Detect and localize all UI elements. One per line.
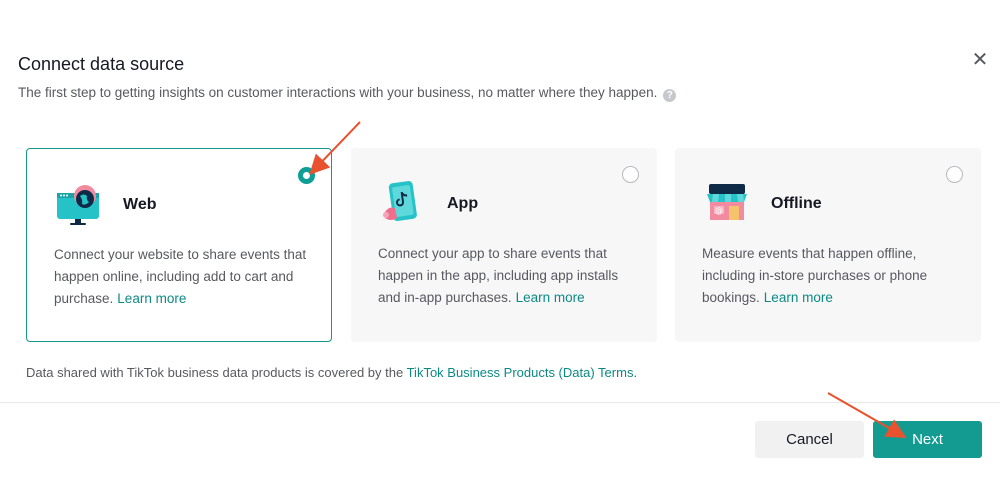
option-title-web: Web: [123, 196, 157, 213]
terms-notice: Data shared with TikTok business data pr…: [26, 365, 637, 380]
option-card-app[interactable]: App Connect your app to share events tha…: [351, 148, 657, 342]
terms-link[interactable]: TikTok Business Products (Data) Terms: [407, 365, 634, 380]
help-icon[interactable]: ?: [663, 89, 677, 102]
radio-web[interactable]: [298, 167, 315, 184]
next-button[interactable]: Next: [873, 421, 982, 458]
learn-more-link-web[interactable]: Learn more: [117, 291, 186, 306]
dialog-subtitle: The first step to getting insights on cu…: [18, 85, 677, 102]
svg-text:@: @: [715, 206, 723, 215]
monitor-globe-icon: [57, 185, 99, 225]
phone-tiktok-icon: [383, 181, 417, 221]
option-description-web: Connect your website to share events tha…: [54, 244, 316, 310]
terms-suffix: .: [633, 365, 638, 380]
option-description-app: Connect your app to share events that ha…: [378, 243, 640, 309]
cancel-button[interactable]: Cancel: [755, 421, 864, 458]
learn-more-link-offline[interactable]: Learn more: [764, 290, 833, 305]
option-card-offline[interactable]: @ Offline Measure events that happen off…: [675, 148, 981, 342]
option-description-offline: Measure events that happen offline, incl…: [702, 243, 964, 309]
learn-more-link-app[interactable]: Learn more: [516, 290, 585, 305]
option-card-web[interactable]: Web Connect your website to share events…: [26, 148, 332, 342]
terms-prefix: Data shared with TikTok business data pr…: [26, 365, 404, 380]
dialog-title: Connect data source: [18, 54, 185, 74]
option-title-app: App: [447, 195, 479, 212]
option-title-offline: Offline: [771, 195, 822, 212]
radio-app[interactable]: [622, 166, 639, 183]
storefront-icon: @: [707, 184, 747, 220]
subtitle-text: The first step to getting insights on cu…: [18, 85, 658, 100]
radio-offline[interactable]: [946, 166, 963, 183]
footer-divider: [0, 402, 1000, 403]
close-icon[interactable]: ✕: [970, 50, 990, 70]
